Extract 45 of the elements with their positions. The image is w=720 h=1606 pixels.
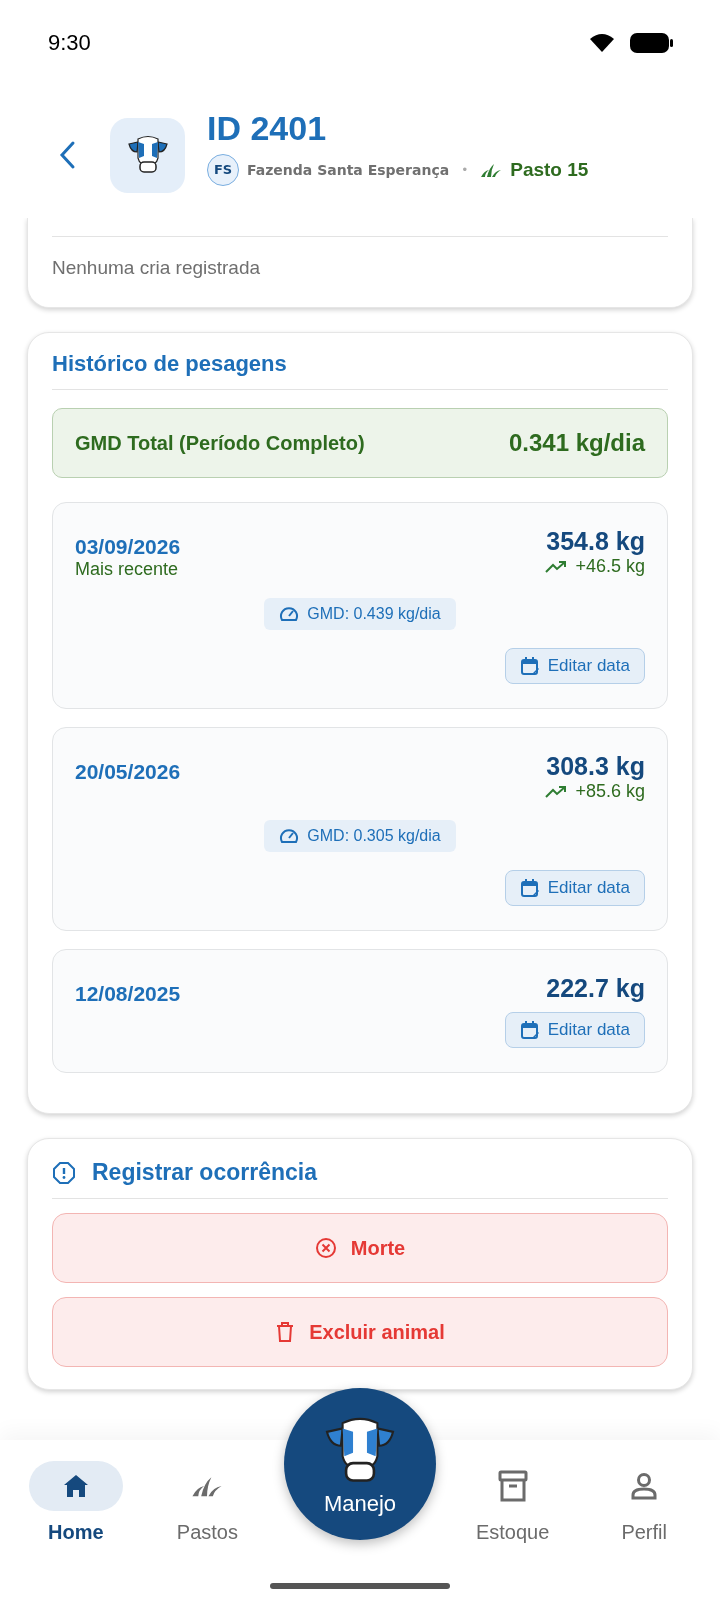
wifi-icon <box>588 33 616 53</box>
person-icon[interactable] <box>629 1471 660 1501</box>
gmd-chip: GMD: 0.439 kg/dia <box>264 598 456 630</box>
separator-dot: • <box>461 162 469 177</box>
weight-value: 308.3 kg <box>545 752 645 781</box>
weight-gain: +85.6 kg <box>575 781 645 802</box>
empty-offspring-text: Nenhuma cria registrada <box>52 257 262 279</box>
speedometer-icon <box>279 827 300 845</box>
weight-gain: +46.5 kg <box>575 556 645 577</box>
delete-animal-button[interactable]: Excluir animal <box>52 1297 668 1367</box>
farm-initials-badge: FS <box>207 153 239 186</box>
weighing-date: 20/05/2026 <box>75 760 181 784</box>
close-circle-icon[interactable] <box>314 1237 337 1259</box>
weighing-date: 12/08/2025 <box>75 982 181 1006</box>
edit-date-button[interactable]: Editar data <box>504 870 645 906</box>
latest-note: Mais recente <box>75 559 180 580</box>
status-time: 9:30 <box>48 30 91 56</box>
weight-value: 354.8 kg <box>545 527 645 556</box>
nav-item[interactable]: Pastos <box>152 1461 263 1544</box>
weighing-date: 03/09/2026 <box>75 535 181 559</box>
animal-id: ID 2401 <box>207 108 328 148</box>
total-gmd-label: GMD Total (Período Completo) <box>75 431 365 455</box>
section-title: Registrar ocorrência <box>92 1159 317 1186</box>
farm-name: Fazenda Santa Esperança <box>247 161 450 178</box>
death-button[interactable]: Morte <box>52 1213 668 1283</box>
calendar-edit-icon[interactable] <box>519 656 540 676</box>
archive-box-icon[interactable] <box>497 1470 528 1502</box>
trend-up-icon <box>545 560 568 573</box>
edit-date-button[interactable]: Editar data <box>504 1012 645 1048</box>
total-gmd-value: 0.341 kg/dia <box>508 429 645 457</box>
edit-date-button[interactable]: Editar data <box>504 648 645 684</box>
section-title: Histórico de pesagens <box>52 351 668 390</box>
calendar-edit-icon[interactable] <box>519 1020 540 1040</box>
trend-up-icon <box>545 785 568 798</box>
calendar-edit-icon[interactable] <box>519 878 540 898</box>
nav-item[interactable]: Estoque <box>457 1461 568 1544</box>
trash-icon[interactable] <box>275 1321 296 1343</box>
gmd-chip: GMD: 0.305 kg/dia <box>264 820 456 852</box>
alert-icon <box>52 1160 76 1185</box>
nav-item[interactable]: Perfil <box>589 1461 700 1544</box>
battery-icon <box>630 32 674 54</box>
speedometer-icon <box>279 605 300 623</box>
pasture-name: Pasto 15 <box>510 158 589 181</box>
manejo-fab-button[interactable]: Manejo <box>284 1387 436 1540</box>
weight-value: 222.7 kg <box>546 974 645 1003</box>
